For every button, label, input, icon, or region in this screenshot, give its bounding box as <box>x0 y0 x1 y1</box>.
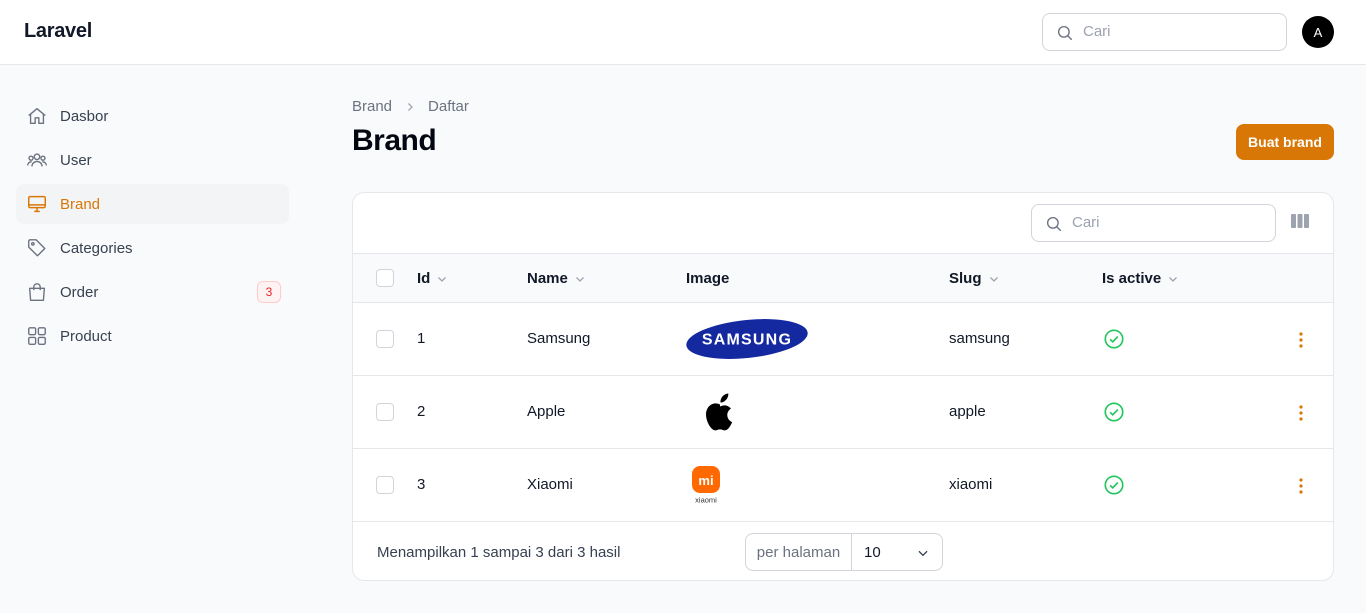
cell-slug: xiaomi <box>949 476 993 493</box>
table-row[interactable]: 3 Xiaomi mi xiaomi xiaomi <box>353 449 1333 522</box>
breadcrumb-item-brand[interactable]: Brand <box>352 98 392 115</box>
table-header: Id Name Image Slug Is active <box>353 253 1333 303</box>
table-search-input[interactable] <box>1072 214 1262 231</box>
sidebar-item-user[interactable]: User <box>16 140 289 180</box>
order-count-badge: 3 <box>257 281 281 303</box>
select-all-checkbox[interactable] <box>376 269 394 287</box>
breadcrumb-item-daftar[interactable]: Daftar <box>428 98 469 115</box>
cell-slug: samsung <box>949 330 1010 347</box>
cell-id: 3 <box>417 476 426 493</box>
column-toggle-icon[interactable] <box>1291 213 1309 234</box>
shopping-bag-icon <box>26 281 48 303</box>
sidebar-item-label: Dasbor <box>60 107 109 125</box>
cell-id: 1 <box>417 330 426 347</box>
chevron-down-icon <box>988 273 1000 285</box>
xiaomi-logo: mi xiaomi <box>689 465 723 510</box>
table-search[interactable] <box>1031 204 1276 242</box>
users-icon <box>26 149 48 171</box>
samsung-logo: SAMSUNG <box>685 318 809 365</box>
sidebar-item-label: User <box>60 151 92 169</box>
chevron-down-icon <box>574 273 586 285</box>
search-icon <box>1045 215 1063 238</box>
sidebar-item-product[interactable]: Product <box>16 316 289 356</box>
table-row[interactable]: 2 Apple apple <box>353 376 1333 449</box>
brand-table-card: Id Name Image Slug Is active 1 Samsung S… <box>352 192 1334 581</box>
svg-text:xiaomi: xiaomi <box>695 496 717 505</box>
per-page-control: per halaman 10 <box>745 533 943 571</box>
cell-id: 2 <box>417 403 426 420</box>
top-bar: Laravel A <box>0 0 1366 65</box>
row-actions-icon[interactable] <box>1291 330 1311 355</box>
sidebar-item-dasbor[interactable]: Dasbor <box>16 96 289 136</box>
apple-logo <box>703 392 737 437</box>
per-page-select[interactable]: 10 <box>852 534 942 570</box>
sidebar-item-categories[interactable]: Categories <box>16 228 289 268</box>
computer-desktop-icon <box>26 193 48 215</box>
avatar[interactable]: A <box>1302 16 1334 48</box>
check-circle-icon <box>1103 401 1125 428</box>
create-brand-button[interactable]: Buat brand <box>1236 124 1334 160</box>
column-header-slug[interactable]: Slug <box>949 270 1000 287</box>
home-icon <box>26 105 48 127</box>
sidebar-item-label: Categories <box>60 239 133 257</box>
chevron-down-icon <box>1167 273 1179 285</box>
column-header-label: Name <box>527 270 568 287</box>
chevron-right-icon <box>404 101 416 113</box>
table-row[interactable]: 1 Samsung SAMSUNG samsung <box>353 303 1333 376</box>
global-search[interactable] <box>1042 13 1287 51</box>
app-logo[interactable]: Laravel <box>24 20 92 43</box>
page-title: Brand <box>352 124 437 157</box>
sidebar-item-brand[interactable]: Brand <box>16 184 289 224</box>
chevron-down-icon <box>916 546 930 564</box>
squares-icon <box>26 325 48 347</box>
column-header-label: Id <box>417 270 431 287</box>
column-header-label: Slug <box>949 270 982 287</box>
cell-slug: apple <box>949 403 986 420</box>
row-actions-icon[interactable] <box>1291 403 1311 428</box>
row-checkbox[interactable] <box>376 476 394 494</box>
column-header-name[interactable]: Name <box>527 270 586 287</box>
pagination-summary: Menampilkan 1 sampai 3 dari 3 hasil <box>377 544 621 561</box>
search-icon <box>1056 24 1074 47</box>
sidebar-item-label: Order <box>60 283 99 301</box>
svg-text:mi: mi <box>698 473 713 488</box>
sidebar-item-label: Product <box>60 327 112 345</box>
chevron-down-icon <box>436 273 448 285</box>
column-header-label: Image <box>686 270 730 287</box>
global-search-input[interactable] <box>1083 23 1273 40</box>
column-header-id[interactable]: Id <box>417 270 448 287</box>
per-page-value: 10 <box>864 543 881 561</box>
per-page-label: per halaman <box>746 534 852 570</box>
sidebar-item-order[interactable]: Order 3 <box>16 272 289 312</box>
column-header-label: Is active <box>1102 270 1162 287</box>
breadcrumb: Brand Daftar <box>352 98 469 115</box>
check-circle-icon <box>1103 328 1125 355</box>
cell-name: Samsung <box>527 330 591 347</box>
cell-name: Xiaomi <box>527 476 573 493</box>
row-checkbox[interactable] <box>376 330 394 348</box>
svg-text:SAMSUNG: SAMSUNG <box>702 332 792 349</box>
row-checkbox[interactable] <box>376 403 394 421</box>
tag-icon <box>26 237 48 259</box>
check-circle-icon <box>1103 474 1125 501</box>
column-header-is-active[interactable]: Is active <box>1102 270 1179 287</box>
row-actions-icon[interactable] <box>1291 476 1311 501</box>
sidebar-item-label: Brand <box>60 195 101 213</box>
sidebar: Dasbor User Brand Categories Order 3 Pro… <box>16 96 289 360</box>
column-header-image: Image <box>686 270 729 287</box>
cell-name: Apple <box>527 403 566 420</box>
